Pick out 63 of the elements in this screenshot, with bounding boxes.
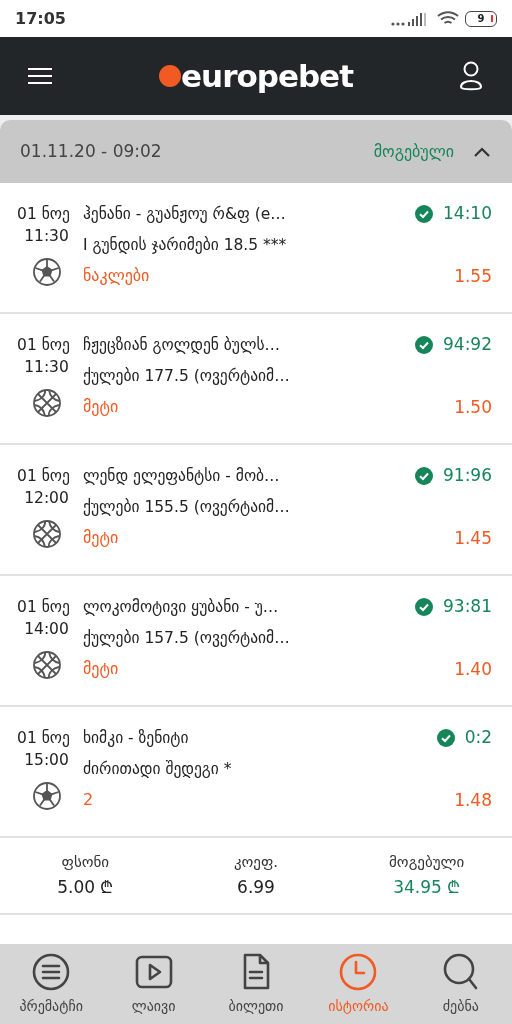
status-time: 17:05 (15, 7, 66, 30)
bet-date: 01 ნოე (17, 204, 70, 225)
score: 94:92 (443, 333, 492, 357)
odds: 1.45 (454, 527, 492, 549)
bet-date: 01 ნოე (17, 597, 70, 618)
chevron-up-icon (474, 146, 490, 157)
score: 14:10 (443, 202, 492, 226)
event-name: ხიმკი - ზენიტი (83, 728, 190, 749)
summary-value: 34.95 ₾ (393, 876, 461, 899)
ticket-status: მოგებული (373, 140, 454, 163)
odds: 1.48 (454, 789, 492, 811)
clock-icon (338, 951, 379, 992)
football-icon (31, 257, 62, 287)
menu-icon (28, 68, 52, 84)
football-icon (31, 781, 62, 811)
ticket-datetime: 01.11.20 - 09:02 (20, 139, 162, 163)
bet-pick: ნაკლები (83, 265, 151, 287)
market-name: ქულები 157.5 (ოვერტაიმ… (83, 628, 291, 649)
nav-tab[interactable]: პრემატჩი (0, 944, 103, 1024)
market-name: ქულები 155.5 (ოვერტაიმ… (83, 497, 291, 518)
odds: 1.40 (454, 658, 492, 680)
odds: 1.50 (454, 396, 492, 418)
summary-label: მოგებული (389, 851, 465, 873)
bet-time: 11:30 (23, 226, 69, 247)
bet-date: 01 ნოე (17, 728, 70, 749)
event-name: ლენდ ელეფანტსი - მობ… (83, 466, 281, 487)
score: 93:81 (443, 595, 492, 619)
bet-date: 01 ნოე (17, 466, 70, 487)
basketball-icon (31, 650, 62, 680)
basketball-icon (31, 519, 62, 549)
market-name: ძირითადი შედეგი * (83, 759, 233, 780)
score: 91:96 (443, 464, 492, 488)
odds: 1.55 (454, 265, 492, 287)
event-name: ჩჟეცზიან გოლდენ ბულს… (83, 335, 281, 356)
user-icon (459, 61, 483, 91)
bet-time: 14:00 (23, 619, 69, 640)
bet-date: 01 ნოე (17, 335, 70, 356)
logo: europebet (181, 60, 353, 92)
event-name: ჰენანი - გუანჟოუ რ&ფ (e… (83, 204, 287, 225)
summary-label: ფსონი (61, 851, 110, 873)
battery-level: 9 (477, 13, 485, 24)
summary-value: 5.00 ₾ (57, 876, 114, 899)
nav-tab[interactable]: ბილეთი (204, 944, 308, 1024)
bet-time: 15:00 (23, 750, 69, 771)
bet-pick: მეტი (83, 658, 120, 680)
market-name: ქულები 177.5 (ოვერტაიმ… (83, 366, 291, 387)
profile-button[interactable] (458, 60, 484, 92)
wifi-icon (437, 10, 459, 27)
nav-tab[interactable]: ძებნა (409, 944, 512, 1024)
bet-pick: 2 (83, 789, 95, 811)
ticket-header[interactable]: 01.11.20 - 09:02 მოგებული (0, 120, 512, 183)
bet-time: 12:00 (23, 488, 69, 509)
market-name: I გუნდის ჯარიმები 18.5 *** (83, 235, 288, 256)
menu-list-icon (31, 951, 72, 992)
nav-tab[interactable]: ლაივი (102, 944, 205, 1024)
basketball-icon (31, 388, 62, 418)
event-name: ლოკომოტივი ყუბანი - უ… (83, 597, 280, 618)
bet-pick: მეტი (83, 396, 120, 418)
summary-label: კოეფ. (233, 851, 279, 873)
score: 0:2 (464, 726, 492, 750)
bet-time: 11:30 (23, 357, 69, 378)
summary-value: 6.99 (237, 876, 275, 899)
bet-pick: მეტი (83, 527, 120, 549)
